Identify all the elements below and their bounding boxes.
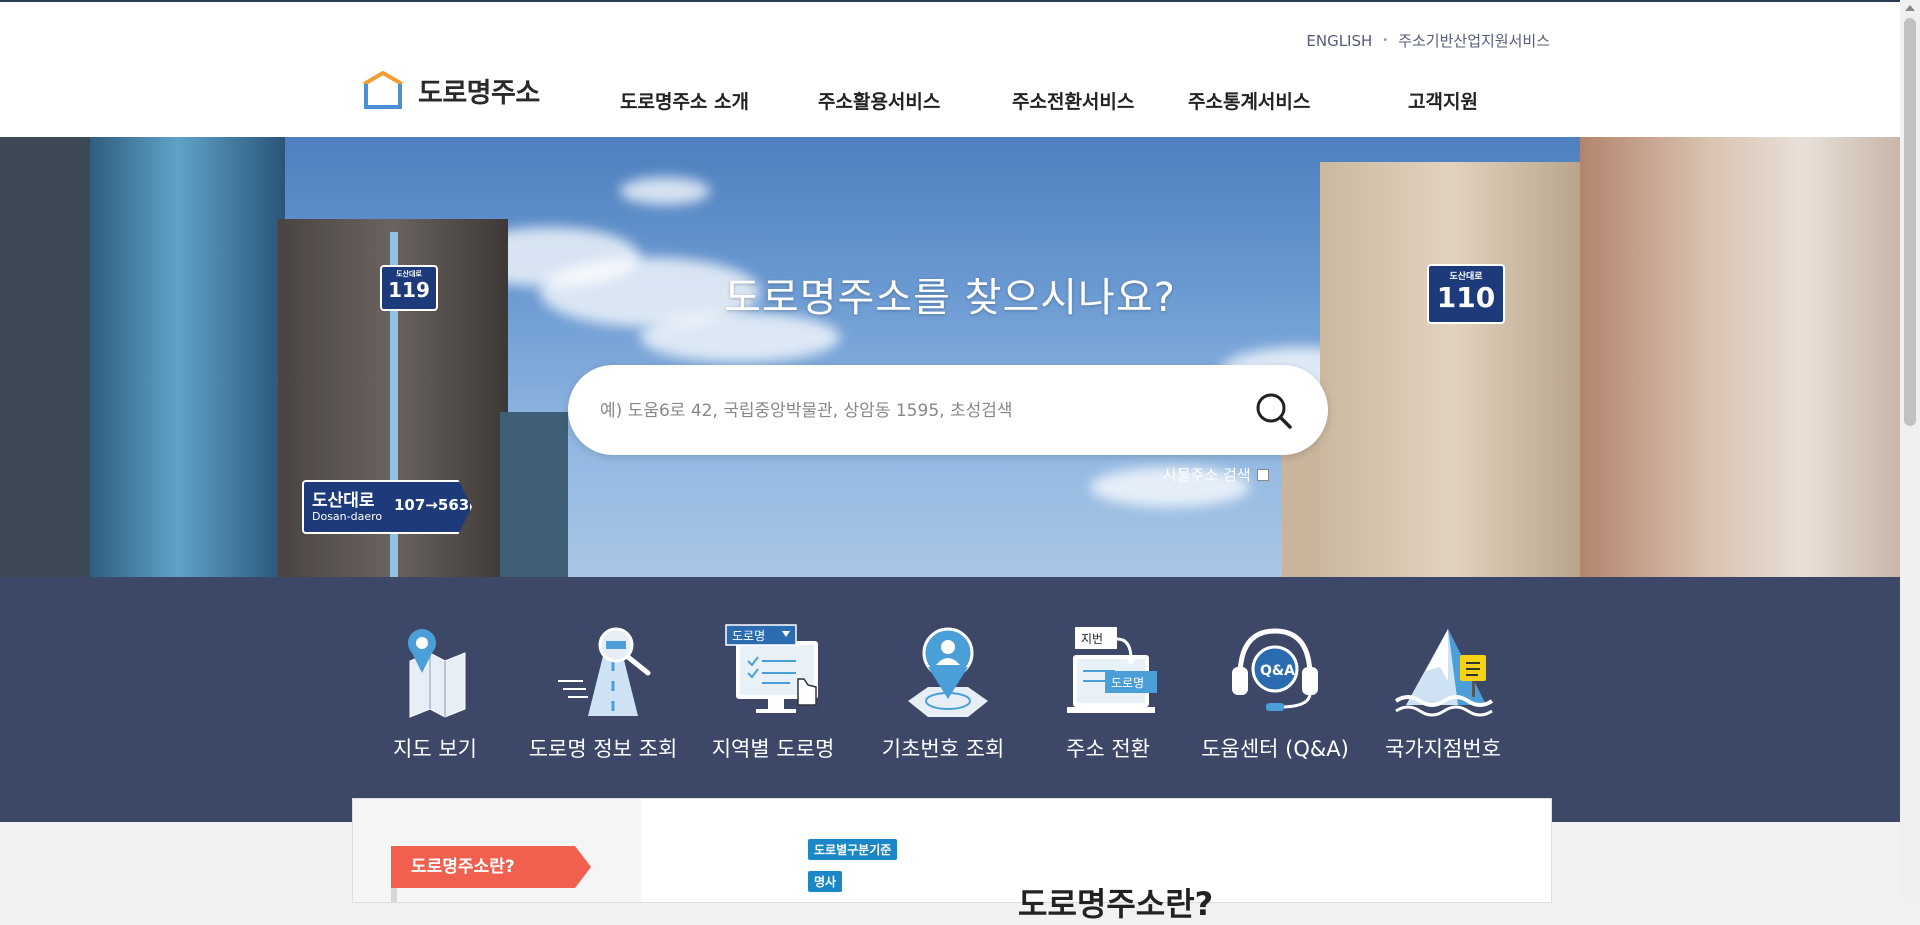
quick-item-road-info[interactable]: 도로명 정보 조회 — [518, 621, 688, 763]
quick-item-label: 도로명 정보 조회 — [528, 737, 678, 761]
sidebar-tab-what-is-address[interactable]: 도로명주소란? — [391, 846, 591, 888]
road-search-icon — [548, 621, 658, 721]
nav-item-statistics[interactable]: 주소통계서비스 — [1188, 87, 1310, 114]
svg-text:지번: 지번 — [1081, 632, 1103, 646]
mountain-marker-icon — [1388, 621, 1498, 721]
road-criteria-tag: 도로별구분기준 — [808, 839, 898, 860]
thing-address-checkbox[interactable] — [1256, 468, 1269, 481]
svg-text:도로명: 도로명 — [1111, 676, 1144, 690]
quick-item-address-convert[interactable]: 지번 도로명 주소 전환 — [1023, 621, 1193, 763]
svg-text:Q&A: Q&A — [1260, 663, 1295, 679]
svg-text:도로명: 도로명 — [732, 629, 765, 643]
road-select-monitor-icon: 도로명 — [718, 621, 828, 721]
content-title: 도로명주소란? — [1018, 885, 1214, 923]
quick-item-regional-roads[interactable]: 도로명 지역별 도로명 — [688, 621, 858, 763]
noun-tag: 명사 — [808, 871, 843, 892]
intro-content-panel: 도로명주소란? 도로별구분기준 명사 도로명주소란? — [352, 798, 1552, 923]
quick-item-map[interactable]: 지도 보기 — [350, 621, 520, 763]
quick-item-label: 주소 전환 — [1066, 737, 1150, 761]
quick-menu: 지도 보기 도로명 정보 조회 도로명 지역별 도로명 기초번호 조회 지번 도… — [0, 577, 1900, 822]
address-search-box — [568, 365, 1328, 455]
building — [500, 412, 568, 577]
nav-item-support[interactable]: 고객지원 — [1408, 87, 1478, 114]
thing-address-label: 사물주소 검색 — [1163, 466, 1251, 484]
building — [1320, 162, 1580, 577]
nav-item-intro[interactable]: 도로명주소 소개 — [620, 87, 749, 114]
industry-support-link[interactable]: 주소기반산업지원서비스 — [1398, 30, 1550, 51]
utility-links: ENGLISH • 주소기반산업지원서비스 — [1306, 30, 1550, 51]
english-link[interactable]: ENGLISH — [1306, 32, 1372, 50]
road-name-sign: 도산대로 Dosan-daero 107→563 — [302, 480, 472, 534]
quick-item-help-center[interactable]: Q&A 도움센터 (Q&A) — [1190, 621, 1360, 763]
map-pin-icon — [380, 621, 490, 721]
headset-qa-icon: Q&A — [1220, 621, 1330, 721]
quick-item-base-number[interactable]: 기초번호 조회 — [858, 621, 1028, 763]
separator-dot: • — [1382, 35, 1389, 46]
hero-banner: 도산대로 119 도산대로 110 도산대로 Dosan-daero 107→5… — [0, 137, 1900, 577]
nav-item-services[interactable]: 주소활용서비스 — [818, 87, 940, 114]
building — [1580, 137, 1900, 577]
address-convert-icon: 지번 도로명 — [1053, 621, 1163, 721]
site-header: ENGLISH • 주소기반산업지원서비스 도로명주소 도로명주소 소개 주소활… — [0, 2, 1900, 137]
search-icon[interactable] — [1254, 391, 1294, 431]
quick-item-national-point[interactable]: 국가지점번호 — [1358, 621, 1528, 763]
quick-item-label: 도움센터 (Q&A) — [1201, 737, 1349, 761]
page-scrollbar[interactable] — [1900, 0, 1920, 901]
scrollbar-thumb[interactable] — [1904, 18, 1916, 426]
cloud — [620, 177, 710, 205]
location-person-icon — [888, 621, 998, 721]
quick-item-label: 지도 보기 — [393, 737, 477, 761]
building — [0, 137, 90, 577]
scroll-up-icon[interactable] — [1905, 5, 1915, 11]
address-search-input[interactable] — [598, 390, 1222, 432]
hero-title: 도로명주소를 찾으시나요? — [724, 275, 1176, 321]
quick-item-label: 국가지점번호 — [1385, 737, 1501, 761]
quick-item-label: 기초번호 조회 — [881, 737, 1005, 761]
nav-item-convert[interactable]: 주소전환서비스 — [1012, 87, 1134, 114]
building — [90, 137, 285, 577]
thing-address-search[interactable]: 사물주소 검색 — [1163, 464, 1269, 485]
sidebar-strip — [391, 888, 397, 902]
main-nav: 도로명주소 소개 주소활용서비스 주소전환서비스 주소통계서비스 고객지원 — [0, 87, 1900, 117]
quick-item-label: 지역별 도로명 — [711, 737, 835, 761]
